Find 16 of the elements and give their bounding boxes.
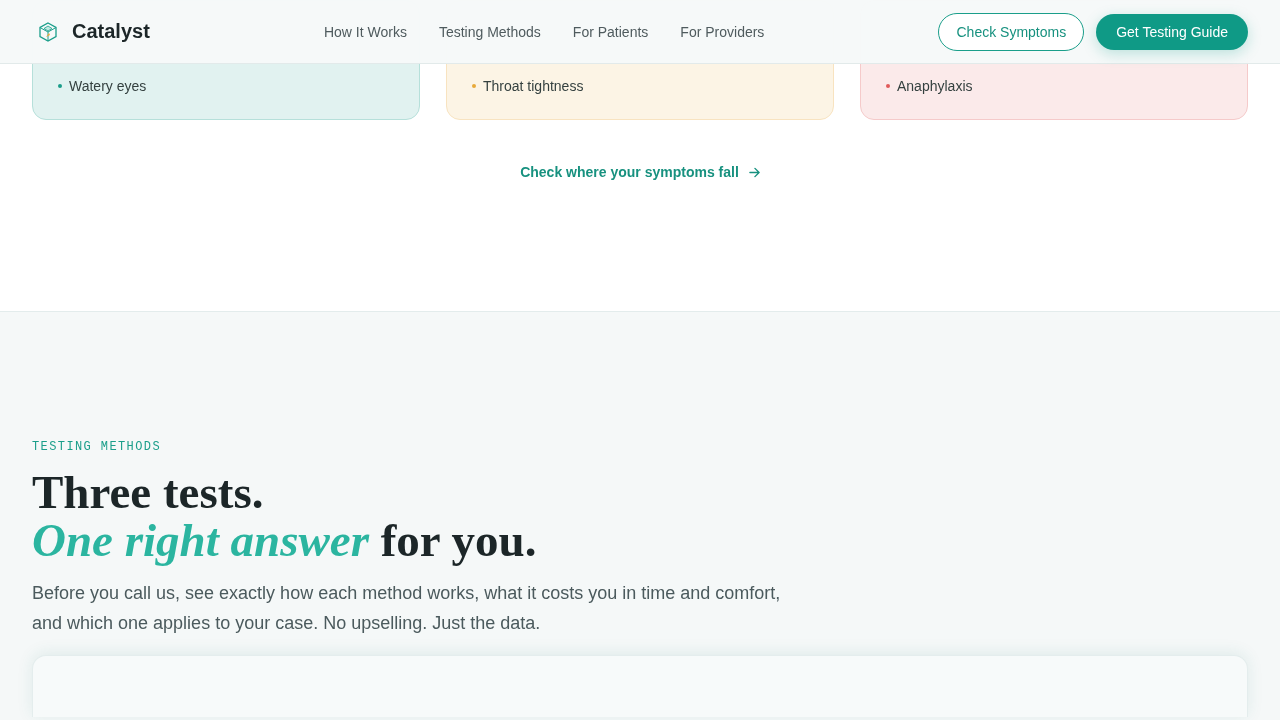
symptom-text: Throat tightness <box>483 78 584 94</box>
hexagon-logo-icon[interactable] <box>38 21 58 42</box>
nav-link[interactable]: How It Works <box>323 23 407 40</box>
section-intro: Before you call us, see exactly how each method works, what it costs you in time and comfort, and which one applies to your case. No upselling. Just the data. <box>32 582 782 635</box>
symptom-text: Watery eyes <box>69 78 147 94</box>
check-symptoms-link[interactable]: Check where your symptoms fall <box>520 162 760 182</box>
symptom-text: Anaphylaxis <box>897 78 973 94</box>
brand-name[interactable]: Catalyst <box>72 20 150 43</box>
testing-guide-button[interactable]: Get Testing Guide <box>1096 13 1248 50</box>
check-symptoms-button[interactable]: Check Symptoms <box>938 12 1085 51</box>
nav-link[interactable]: Testing Methods <box>438 23 541 40</box>
section-heading: Three tests. One right answer for you. <box>32 468 538 564</box>
nav-link[interactable]: For Patients <box>572 23 649 40</box>
section-eyebrow: TESTING METHODS <box>32 440 163 454</box>
arrow-right-icon <box>748 166 760 178</box>
nav-link[interactable]: For Providers <box>680 23 765 40</box>
